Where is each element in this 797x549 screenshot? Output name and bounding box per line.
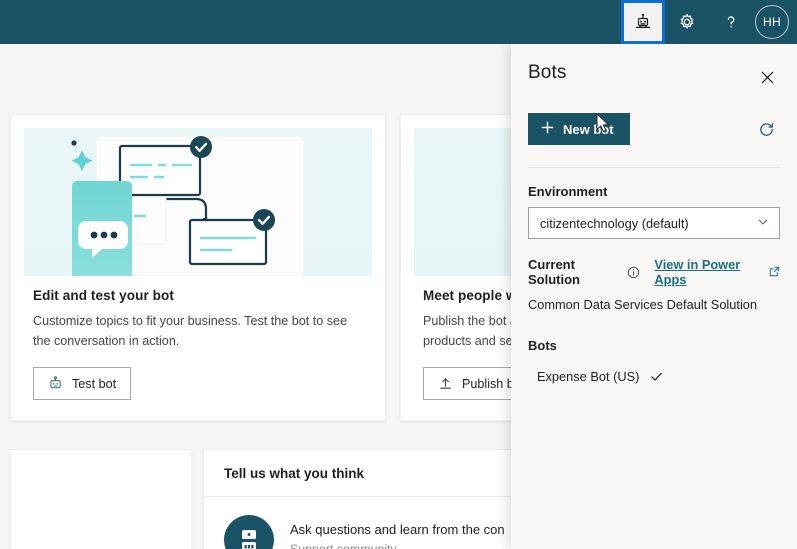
info-icon[interactable] — [627, 266, 640, 279]
card-title-edit: Edit and test your bot — [33, 288, 174, 303]
chevron-down-icon — [757, 216, 769, 231]
close-icon[interactable] — [753, 63, 781, 91]
view-in-power-apps-link[interactable]: View in Power Apps — [654, 257, 780, 287]
card-body-edit: Edit and test your bot Customize topics … — [11, 276, 385, 420]
current-solution-label: Current Solution — [528, 257, 580, 287]
avatar-initials: HH — [763, 15, 781, 29]
panel-body: Environment citizentechnology (default) … — [511, 168, 797, 384]
card-edit-and-test[interactable]: Edit and test your bot Customize topics … — [10, 114, 386, 422]
card-desc-line1: Publish the bot a — [423, 314, 517, 328]
check-icon — [649, 369, 664, 384]
topbar-actions: HH — [621, 0, 797, 44]
feedback-item-subtitle: Support community — [290, 542, 397, 549]
current-solution-row: Current Solution View in Power Apps — [528, 257, 780, 287]
edit-bot-illustration — [71, 135, 305, 276]
external-link-icon — [769, 265, 780, 280]
avatar[interactable]: HH — [755, 5, 789, 39]
bots-panel: Bots New bot Environment citizentechnolo… — [511, 44, 797, 549]
test-bot-label: Test bot — [72, 376, 117, 391]
refresh-icon[interactable] — [753, 116, 779, 142]
bot-list-item[interactable]: Expense Bot (US) — [528, 353, 780, 384]
environment-value: citizentechnology (default) — [540, 215, 689, 231]
panel-title: Bots — [528, 62, 567, 83]
feedback-item-title: Ask questions and learn from the con — [290, 522, 505, 537]
top-bar: HH — [0, 0, 797, 44]
panel-actions: New bot — [511, 91, 797, 145]
plus-icon — [540, 120, 555, 138]
panel-header: Bots — [511, 44, 797, 91]
bot-icon[interactable] — [621, 0, 665, 44]
mouse-cursor — [596, 112, 612, 140]
bots-list-label: Bots — [528, 338, 557, 353]
publish-icon — [438, 376, 453, 391]
environment-label: Environment — [528, 184, 608, 199]
solution-value: Common Data Services Default Solution — [528, 297, 758, 312]
robot-icon — [48, 376, 63, 391]
bot-name: Expense Bot (US) — [537, 369, 640, 384]
card-illustration-edit — [24, 128, 372, 276]
view-in-power-apps-label: View in Power Apps — [654, 257, 741, 287]
new-bot-button[interactable]: New bot — [528, 113, 630, 145]
robot-avatar-icon — [224, 515, 274, 549]
feedback-text: Ask questions and learn from the con Sup… — [290, 515, 505, 549]
card-description-edit: Customize topics to fit your business. T… — [33, 314, 348, 348]
environment-select[interactable]: citizentechnology (default) — [528, 207, 780, 239]
publish-bot-label: Publish b — [462, 376, 514, 391]
blank-card — [10, 449, 192, 549]
card-desc-line2: products and ser — [423, 333, 517, 348]
gear-icon[interactable] — [665, 0, 709, 44]
test-bot-button[interactable]: Test bot — [33, 367, 132, 401]
help-icon[interactable] — [709, 0, 753, 44]
